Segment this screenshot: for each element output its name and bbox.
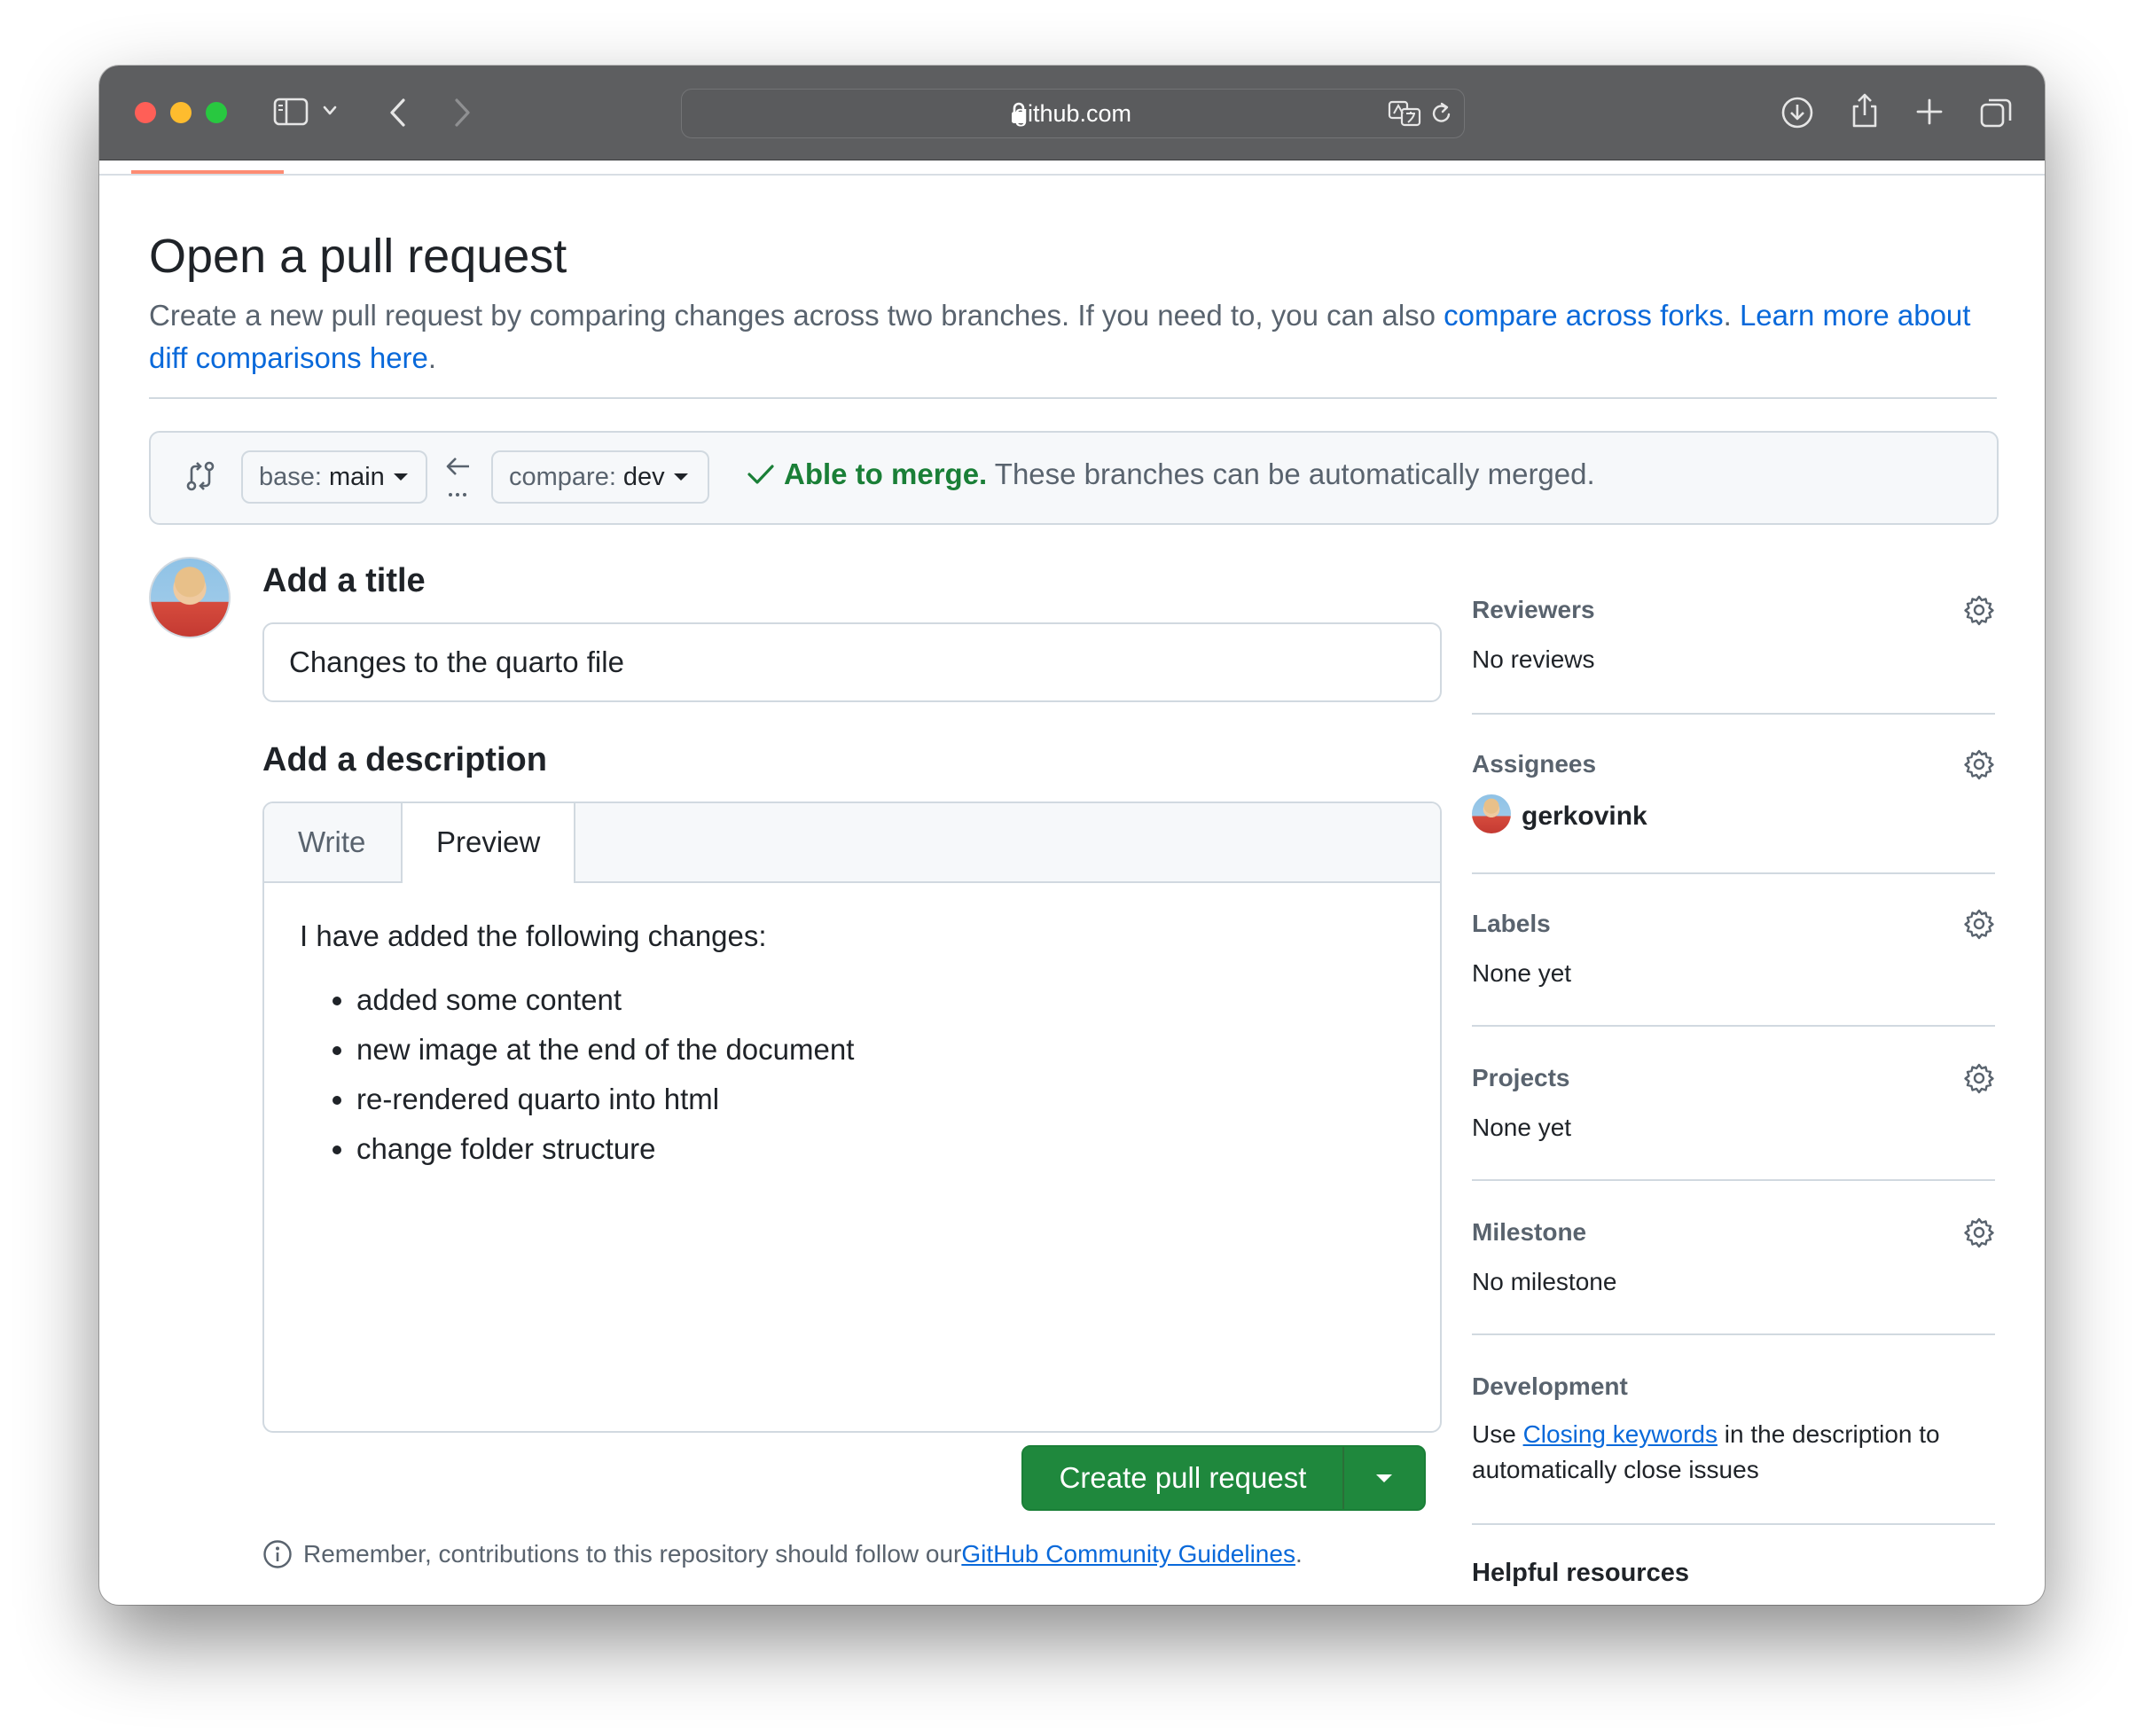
translate-icon[interactable]: [1388, 100, 1421, 131]
assignee-name[interactable]: gerkovink: [1522, 802, 1647, 832]
projects-label: Projects: [1472, 1064, 1570, 1091]
sidebar-milestone: Milestone No milestone: [1472, 1211, 1995, 1318]
gear-icon[interactable]: [1963, 1062, 1995, 1099]
milestone-value: No milestone: [1472, 1268, 1617, 1295]
subtitle-period: .: [427, 341, 437, 374]
branch-compare-bar: base: main compare: dev Able to merge. The…: [149, 431, 1999, 525]
download-icon[interactable]: [1780, 96, 1814, 129]
reviewers-label: Reviewers: [1472, 596, 1595, 623]
tab-border: [99, 174, 2045, 176]
guidelines-text: Remember, contributions to this reposito…: [303, 1540, 962, 1568]
development-prefix: Use: [1472, 1420, 1523, 1448]
tab-write[interactable]: Write: [264, 803, 399, 881]
browser-toolbar: github.com: [99, 66, 2045, 160]
development-label: Development: [1472, 1372, 1628, 1400]
sidebar-reviewers: Reviewers No reviews: [1472, 589, 1995, 695]
labels-label: Labels: [1472, 910, 1551, 937]
sidebar-divider: [1472, 872, 1995, 874]
list-item: added some content: [356, 981, 854, 1020]
sidebar-divider: [1472, 1179, 1995, 1181]
development-text: Use Closing keywords in the description …: [1472, 1417, 1986, 1488]
compare-forks-link[interactable]: compare across forks: [1444, 299, 1723, 332]
subtitle-text: Create a new pull request by comparing c…: [149, 299, 1444, 332]
gear-icon[interactable]: [1963, 1216, 1995, 1253]
description-heading: Add a description: [262, 741, 547, 778]
labels-value: None yet: [1472, 959, 1572, 987]
milestone-label: Milestone: [1472, 1218, 1587, 1246]
description-editor: Write Preview I have added the following…: [262, 802, 1442, 1433]
sidebar-divider: [1472, 1333, 1995, 1335]
browser-window: github.com Open a pull request Create a …: [99, 66, 2045, 1605]
sidebar-labels: Labels None yet: [1472, 903, 1995, 1009]
sidebar-icon[interactable]: [273, 98, 309, 126]
git-compare-icon: [184, 459, 216, 497]
title-heading: Add a title: [262, 562, 426, 599]
create-pull-request-button[interactable]: Create pull request: [1023, 1447, 1342, 1509]
preview-content: I have added the following changes: adde…: [300, 917, 854, 1179]
editor-tabs: Write Preview: [264, 803, 1440, 883]
share-icon[interactable]: [1850, 92, 1880, 129]
address-bar[interactable]: github.com: [681, 89, 1465, 138]
title-input[interactable]: [262, 622, 1442, 702]
assignee-avatar[interactable]: [1472, 794, 1511, 833]
list-item: re-rendered quarto into html: [356, 1080, 854, 1119]
sidebar-development: Development Use Closing keywords in the …: [1472, 1365, 1995, 1498]
merge-ok-label: Able to merge.: [784, 457, 988, 490]
reviewers-value: No reviews: [1472, 645, 1595, 673]
caret-down-icon: [673, 473, 688, 481]
plus-icon[interactable]: [1915, 98, 1944, 126]
base-branch-name: main: [328, 463, 385, 491]
sidebar-divider: [1472, 1025, 1995, 1027]
url-text: github.com: [1013, 100, 1132, 127]
sidebar-projects: Projects None yet: [1472, 1057, 1995, 1163]
create-options-dropdown[interactable]: [1344, 1447, 1424, 1509]
base-branch-prefix: base:: [259, 463, 322, 491]
close-window-button[interactable]: [135, 102, 156, 123]
helpful-resources-heading: Helpful resources: [1472, 1559, 1689, 1587]
preview-list: added some content new image at the end …: [300, 981, 854, 1169]
gear-icon[interactable]: [1963, 594, 1995, 630]
subtitle-separator: .: [1723, 299, 1740, 332]
guidelines-period: .: [1295, 1540, 1303, 1568]
arrow-left-icon: [443, 452, 473, 506]
back-icon[interactable]: [388, 98, 408, 128]
page-title: Open a pull request: [149, 230, 567, 283]
minimize-window-button[interactable]: [170, 102, 192, 123]
caret-down-icon: [393, 473, 408, 481]
gear-icon[interactable]: [1963, 748, 1995, 785]
tab-preview[interactable]: Preview: [401, 803, 576, 883]
compare-branch-select[interactable]: compare: dev: [491, 450, 709, 504]
preview-intro: I have added the following changes:: [300, 919, 767, 952]
create-pull-request-button-group: Create pull request: [1021, 1445, 1426, 1511]
sidebar-divider: [1472, 713, 1995, 715]
sidebar-assignees: Assignees gerkovink: [1472, 743, 1995, 849]
list-item: new image at the end of the document: [356, 1030, 854, 1069]
compare-branch-prefix: compare:: [509, 463, 616, 491]
check-icon: [747, 463, 775, 490]
gear-icon[interactable]: [1963, 908, 1995, 944]
info-icon: [263, 1540, 292, 1568]
merge-status-text: These branches can be automatically merg…: [987, 457, 1595, 490]
page-subtitle: Create a new pull request by comparing c…: [149, 294, 2011, 379]
caret-down-icon: [1376, 1474, 1392, 1482]
list-item: change folder structure: [356, 1130, 854, 1169]
closing-keywords-link[interactable]: Closing keywords: [1523, 1420, 1718, 1448]
assignees-label: Assignees: [1472, 750, 1597, 778]
zoom-window-button[interactable]: [206, 102, 227, 123]
forward-icon[interactable]: [452, 98, 472, 128]
chevron-down-icon[interactable]: [323, 105, 337, 117]
merge-status: Able to merge. These branches can be aut…: [784, 457, 1595, 491]
projects-value: None yet: [1472, 1114, 1572, 1141]
guidelines-note: Remember, contributions to this reposito…: [262, 1539, 1303, 1569]
reload-icon[interactable]: [1430, 101, 1453, 130]
community-guidelines-link[interactable]: GitHub Community Guidelines: [961, 1540, 1295, 1568]
sidebar-divider: [1472, 1523, 1995, 1525]
sidebar-helpful: Helpful resources: [1472, 1559, 1995, 1594]
compare-branch-name: dev: [622, 463, 665, 491]
tabs-icon[interactable]: [1979, 96, 2013, 129]
avatar[interactable]: [149, 557, 231, 638]
base-branch-select[interactable]: base: main: [241, 450, 427, 504]
header-divider: [149, 397, 1997, 399]
